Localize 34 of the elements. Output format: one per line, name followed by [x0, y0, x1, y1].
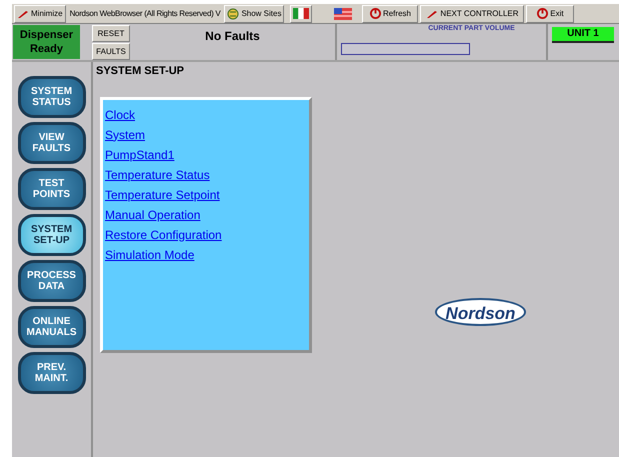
menu-link[interactable]: Temperature Status [105, 164, 210, 184]
globe-icon [227, 8, 240, 20]
nav-button[interactable]: SYSTEM STATUS [18, 76, 86, 118]
show-sites-button[interactable]: Show Sites [224, 4, 284, 22]
refresh-button[interactable]: Refresh [362, 4, 418, 22]
menu-link[interactable]: PumpStand1 [105, 144, 174, 164]
faults-button[interactable]: FAULTS [92, 43, 130, 60]
menu-link[interactable]: Restore Configuration [105, 224, 222, 244]
flag-icon [334, 8, 352, 20]
fault-message: No Faults [205, 28, 260, 45]
reset-button[interactable]: RESET [92, 25, 130, 42]
power-icon [370, 8, 381, 19]
menu-link[interactable]: Manual Operation [105, 204, 200, 224]
browser-title: Nordson WebBrowser (All Rights Reserved) V [68, 8, 222, 20]
nav-button[interactable]: PROCESS DATA [18, 260, 86, 302]
page-title: SYSTEM SET-UP [96, 64, 186, 79]
menu-link[interactable]: Clock [105, 104, 136, 124]
power-icon [537, 8, 548, 19]
minimize-button[interactable]: Minimize [14, 4, 66, 22]
next-controller-button[interactable]: NEXT CONTROLLER [420, 4, 524, 22]
nav-button[interactable]: PREV. MAINT. [18, 352, 86, 394]
nav-button[interactable]: SYSTEM SET-UP [18, 214, 86, 256]
flag-button[interactable] [290, 4, 312, 22]
menu-link[interactable]: Temperature Setpoint [105, 184, 220, 204]
nav-button[interactable]: VIEW FAULTS [18, 122, 86, 164]
menu-link[interactable]: Simulation Mode [105, 244, 194, 264]
flag-icon [293, 8, 310, 19]
dispenser-status: Dispenser Ready [13, 25, 80, 59]
exit-button[interactable]: Exit [526, 4, 574, 22]
unit-indicator: UNIT 1 [552, 27, 614, 43]
nav-button[interactable]: TEST POINTS [18, 168, 86, 210]
nav-button[interactable]: ONLINE MANUALS [18, 306, 86, 348]
menu-link[interactable]: System [105, 124, 146, 144]
nordson-logo: Nordson [434, 298, 526, 326]
